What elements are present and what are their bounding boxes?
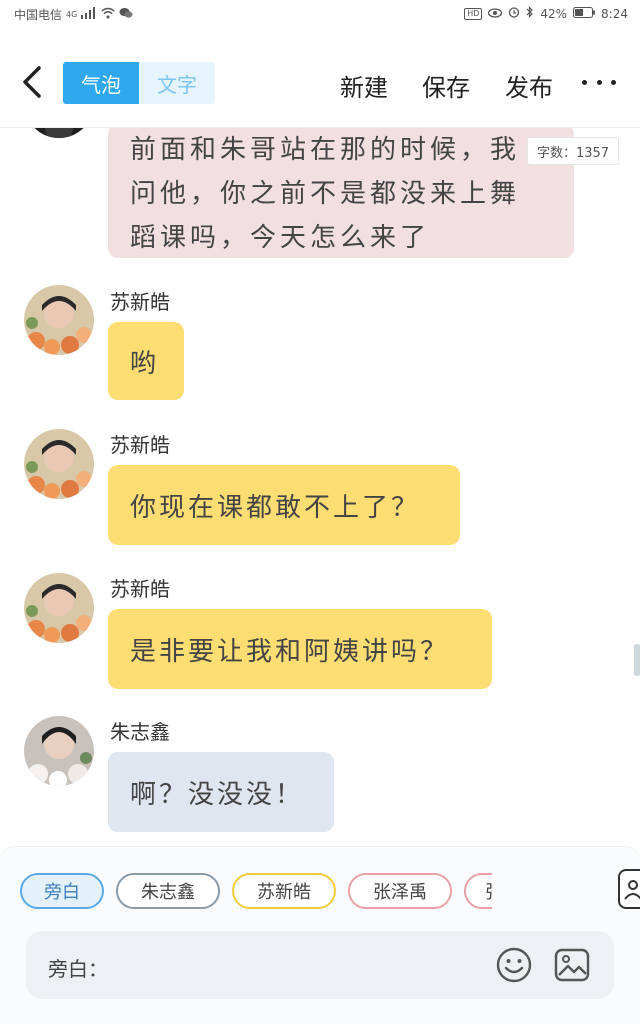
emoji-button[interactable] bbox=[496, 947, 532, 983]
message-text: 哟 bbox=[130, 348, 160, 379]
status-left: 中国电信 4G bbox=[14, 6, 133, 23]
dot bbox=[611, 79, 616, 85]
battery-label: 42% bbox=[540, 6, 568, 21]
message-input[interactable]: 旁白： bbox=[26, 931, 614, 999]
signal-icon bbox=[81, 7, 97, 22]
role-chip-narration[interactable]: 旁白 bbox=[20, 873, 104, 909]
message-text: 你现在课都敢不上了？ bbox=[130, 492, 421, 523]
status-bar: 中国电信 4G HD 42% 8:24 bbox=[0, 0, 640, 28]
person-icon bbox=[624, 880, 640, 900]
role-chip[interactable]: 朱志鑫 bbox=[116, 873, 220, 909]
save-button[interactable]: 保存 bbox=[422, 68, 470, 103]
speaker-name: 苏新皓 bbox=[110, 290, 170, 314]
time-label: 8:24 bbox=[601, 6, 628, 21]
input-role-label: 旁白： bbox=[48, 957, 108, 981]
message-text: 前面和朱哥站在那的时候，我 问他，你之前不是都没来上舞 蹈课吗，今天怎么来了 bbox=[130, 128, 520, 260]
avatar-zhu-zhixin[interactable] bbox=[24, 716, 94, 786]
role-manage-button[interactable] bbox=[618, 869, 640, 909]
role-chip[interactable]: 张泽禹 bbox=[348, 873, 452, 909]
role-chip[interactable]: 张 bbox=[464, 873, 492, 909]
chevron-left-icon bbox=[23, 66, 41, 98]
role-chip[interactable]: 苏新皓 bbox=[232, 873, 336, 909]
role-selector: 旁白朱志鑫苏新皓张泽禹张 bbox=[20, 873, 492, 913]
bluetooth-icon bbox=[526, 6, 534, 21]
avatar-su-xinhao[interactable] bbox=[24, 285, 94, 355]
dot bbox=[596, 79, 602, 85]
more-menu-button[interactable] bbox=[582, 76, 616, 88]
message-bubble[interactable]: 啊？没没没！ bbox=[108, 752, 334, 832]
network-label: 4G bbox=[66, 10, 78, 19]
message-line: 问他，你之前不是都没来上舞 bbox=[130, 179, 521, 209]
message-line: 前面和朱哥站在那的时候，我 bbox=[130, 135, 521, 165]
message-line: 蹈课吗，今天怎么来了 bbox=[130, 223, 431, 253]
dot bbox=[582, 79, 587, 85]
top-toolbar: 气泡 文字 新建 保存 发布 bbox=[0, 40, 640, 128]
compose-panel: 旁白朱志鑫苏新皓张泽禹张 旁白： bbox=[0, 846, 640, 1024]
hd-badge: HD bbox=[464, 7, 483, 20]
message-text: 是非要让我和阿姨讲吗？ bbox=[130, 636, 450, 667]
image-icon bbox=[554, 948, 590, 982]
scroll-handle[interactable] bbox=[634, 644, 640, 676]
message-bubble[interactable]: 是非要让我和阿姨讲吗？ bbox=[108, 609, 492, 689]
speaker-name: 朱志鑫 bbox=[110, 720, 170, 744]
message-bubble[interactable]: 哟 bbox=[108, 322, 184, 400]
status-right: HD 42% 8:24 bbox=[464, 6, 628, 21]
mode-switch: 气泡 文字 bbox=[63, 62, 215, 104]
image-button[interactable] bbox=[554, 947, 590, 983]
eye-icon bbox=[488, 7, 503, 21]
message-bubble[interactable]: 你现在课都敢不上了？ bbox=[108, 465, 460, 545]
wechat-icon bbox=[119, 7, 133, 22]
mode-text-tab[interactable]: 文字 bbox=[139, 62, 215, 104]
message-text: 啊？没没没！ bbox=[130, 779, 305, 810]
speaker-name: 苏新皓 bbox=[110, 577, 170, 601]
word-count-badge: 字数：1357 bbox=[527, 137, 619, 165]
message-bubble[interactable]: 前面和朱哥站在那的时候，我 问他，你之前不是都没来上舞 蹈课吗，今天怎么来了 bbox=[108, 128, 574, 258]
avatar-su-xinhao[interactable] bbox=[24, 573, 94, 643]
wifi-icon bbox=[101, 7, 115, 22]
publish-button[interactable]: 发布 bbox=[505, 68, 553, 103]
chat-area[interactable]: 前面和朱哥站在那的时候，我 问他，你之前不是都没来上舞 蹈课吗，今天怎么来了 苏… bbox=[0, 128, 640, 846]
alarm-icon bbox=[508, 6, 520, 21]
mode-bubble-tab[interactable]: 气泡 bbox=[63, 62, 139, 104]
battery-icon bbox=[573, 6, 596, 21]
avatar-su-xinhao[interactable] bbox=[24, 429, 94, 499]
smile-icon bbox=[496, 947, 532, 983]
speaker-name: 苏新皓 bbox=[110, 433, 170, 457]
back-button[interactable] bbox=[18, 62, 48, 102]
avatar[interactable] bbox=[24, 128, 94, 138]
new-button[interactable]: 新建 bbox=[340, 68, 388, 103]
carrier-label: 中国电信 bbox=[14, 8, 63, 22]
